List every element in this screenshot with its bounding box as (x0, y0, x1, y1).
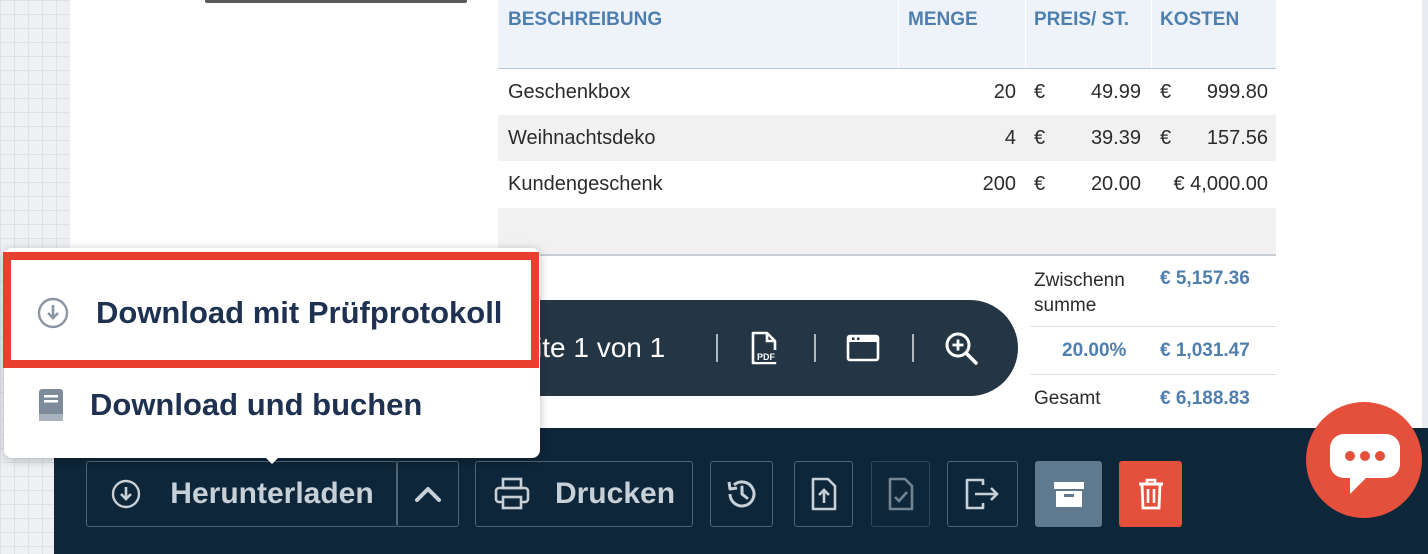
page-indicator: ite 1 von 1 (536, 332, 666, 363)
chat-bubble-icon (1328, 432, 1402, 496)
subtotal-value: € 5,157.36 (1160, 268, 1250, 289)
table-row: Geschenkbox 20 € 49.99 € 999.80 (498, 69, 1276, 115)
archive-icon (1052, 479, 1086, 509)
printer-icon (493, 477, 531, 511)
cell-cost: 999.80 (1206, 81, 1268, 103)
cell-currency: € (1034, 173, 1046, 195)
page-edge (205, 0, 467, 3)
header-cost: KOSTEN (1160, 9, 1240, 30)
file-check-button[interactable] (871, 461, 930, 527)
chevron-up-icon (414, 484, 442, 504)
print-label: Drucken (554, 477, 676, 510)
menu-item-download-with-audit[interactable]: Download mit Prüfprotokoll (4, 268, 540, 358)
cell-price: 20.00 (1090, 173, 1141, 195)
archive-button[interactable] (1035, 461, 1102, 527)
file-check-icon (887, 477, 915, 511)
total-value: € 6,188.83 (1160, 388, 1250, 409)
table-row: Kundengeschenk 200 € 20.00 € 4,000.00 (498, 161, 1276, 207)
cell-currency: € (1034, 127, 1046, 149)
cell-description: Weihnachtsdeko (508, 127, 656, 149)
cell-currency: € (1034, 81, 1046, 103)
divider (1030, 326, 1276, 327)
window-icon[interactable] (845, 330, 881, 366)
divider (1030, 374, 1276, 375)
menu-item-download-and-book[interactable]: Download und buchen (4, 360, 540, 450)
history-icon (725, 477, 759, 511)
upload-file-button[interactable] (794, 461, 853, 527)
cell-quantity: 4 (1004, 127, 1016, 149)
export-button[interactable] (947, 461, 1018, 527)
download-circle-icon (36, 296, 70, 330)
toolbar-separator (716, 334, 718, 362)
svg-text:PDF: PDF (757, 352, 776, 362)
export-icon (963, 477, 1003, 511)
delete-button[interactable] (1119, 461, 1182, 527)
subtotal-label: Zwischenn summe (1034, 270, 1125, 316)
download-dropdown-menu: Download mit Prüfprotokoll Download und … (4, 248, 540, 458)
cell-cost: € 4,000.00 (1173, 173, 1268, 195)
trash-icon (1136, 477, 1166, 511)
cell-description: Geschenkbox (508, 81, 631, 103)
cell-currency: € (1160, 127, 1172, 149)
scroll-gutter (1422, 0, 1428, 430)
column-divider (1025, 0, 1026, 68)
print-button[interactable]: Drucken (475, 461, 693, 527)
viewer-toolbar: ite 1 von 1 PDF (470, 300, 1018, 396)
table-row-empty (498, 208, 1276, 256)
total-label: Gesamt (1034, 388, 1101, 409)
upload-file-icon (810, 477, 838, 511)
cell-quantity: 200 (982, 173, 1016, 195)
zoom-in-icon[interactable] (943, 330, 979, 366)
header-description: BESCHREIBUNG (508, 9, 663, 30)
table-row: Weihnachtsdeko 4 € 39.39 € 157.56 (498, 115, 1276, 161)
cell-currency: € (1160, 81, 1172, 103)
download-label: Herunterladen (170, 477, 374, 510)
menu-item-label: Download und buchen (90, 387, 423, 422)
column-divider (1151, 0, 1152, 68)
toolbar-separator (814, 334, 816, 362)
tax-value: € 1,031.47 (1160, 340, 1250, 361)
cell-description: Kundengeschenk (508, 173, 663, 195)
dropdown-pointer (258, 450, 286, 464)
toolbar-separator (912, 334, 914, 362)
cell-quantity: 20 (993, 81, 1016, 103)
column-divider (898, 0, 899, 68)
cell-price: 39.39 (1090, 127, 1141, 149)
download-circle-icon (110, 478, 142, 510)
pdf-icon[interactable]: PDF (746, 330, 782, 366)
download-menu-toggle[interactable] (396, 461, 459, 527)
header-quantity: MENGE (908, 9, 978, 30)
cell-cost: 157.56 (1206, 127, 1268, 149)
book-icon (38, 388, 64, 422)
history-button[interactable] (710, 461, 773, 527)
tax-rate: 20.00% (1062, 340, 1127, 361)
header-price: PREIS/ ST. (1034, 9, 1130, 30)
table-header: BESCHREIBUNG MENGE PREIS/ ST. KOSTEN (498, 0, 1276, 69)
menu-item-label: Download mit Prüfprotokoll (96, 295, 503, 330)
chat-button[interactable] (1306, 402, 1422, 518)
cell-price: 49.99 (1090, 81, 1141, 103)
download-button[interactable]: Herunterladen (86, 461, 398, 527)
